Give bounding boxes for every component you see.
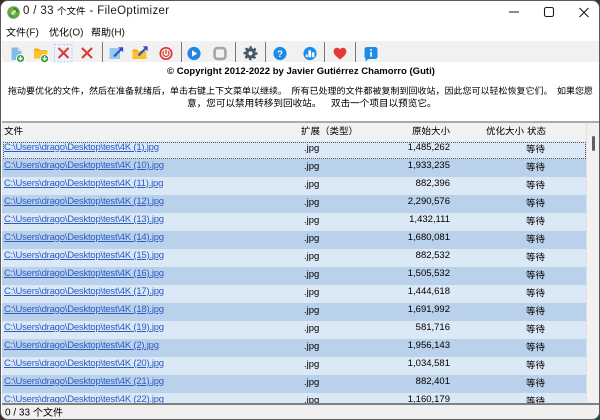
- svg-text:?: ?: [277, 49, 283, 60]
